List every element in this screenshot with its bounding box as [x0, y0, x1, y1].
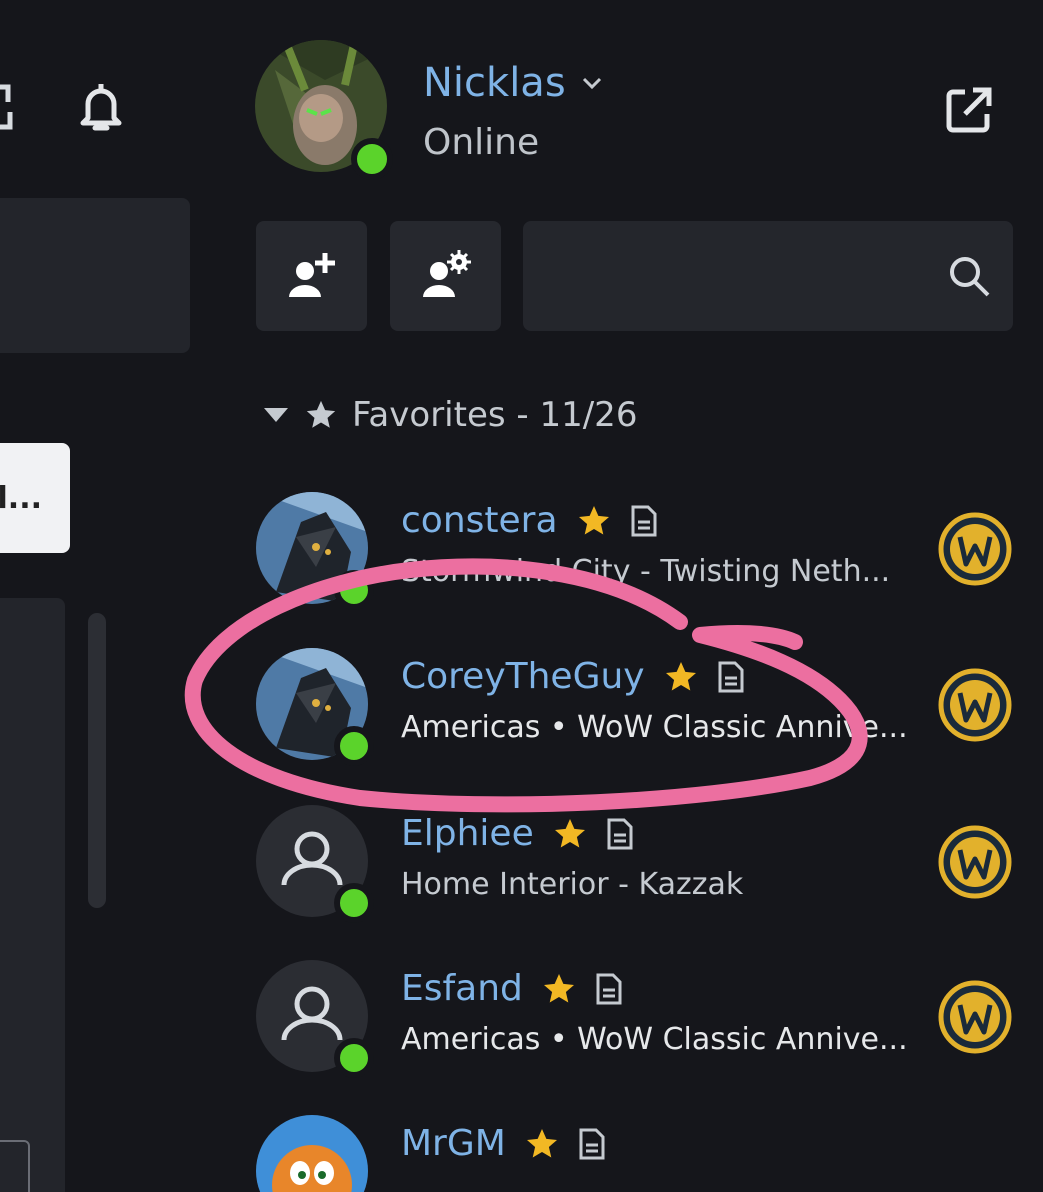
add-friend-button[interactable]: [256, 221, 367, 331]
popout-icon[interactable]: [943, 84, 995, 136]
note-icon[interactable]: [717, 660, 745, 694]
collapse-triangle-icon: [264, 408, 288, 422]
note-icon[interactable]: [630, 504, 658, 538]
group-label: Favorites - 11/26: [352, 395, 638, 435]
friend-name: Esfand: [401, 968, 523, 1009]
friend-row[interactable]: Esfand Americas • WoW Classic Annive...: [256, 960, 1036, 1090]
friend-activity: Americas • WoW Classic Annive...: [401, 710, 908, 745]
online-status-dot: [351, 138, 393, 180]
friend-name-line: Esfand: [401, 968, 623, 1009]
manage-friends-button[interactable]: [390, 221, 501, 331]
left-chip-label: l...: [0, 480, 42, 516]
bell-icon[interactable]: [72, 78, 130, 136]
wow-icon[interactable]: [938, 668, 1012, 742]
online-status-dot: [334, 1038, 374, 1078]
favorite-star-icon[interactable]: [524, 1126, 560, 1162]
friend-settings-icon: [422, 250, 471, 297]
note-icon[interactable]: [606, 817, 634, 851]
wow-icon[interactable]: [938, 512, 1012, 586]
online-status-dot: [334, 570, 374, 610]
friend-name-line: Elphiee: [401, 813, 634, 854]
favorite-star-icon[interactable]: [663, 659, 699, 695]
left-panel: l...: [0, 0, 230, 1192]
left-corner-box: [0, 1140, 30, 1192]
wow-icon[interactable]: [938, 980, 1012, 1054]
left-search-box[interactable]: [0, 198, 190, 353]
friend-name-line: constera: [401, 500, 658, 541]
profile-icon[interactable]: [0, 82, 16, 132]
note-icon[interactable]: [578, 1127, 606, 1161]
friend-search-input[interactable]: [523, 221, 1013, 331]
wow-icon[interactable]: [938, 825, 1012, 899]
friend-activity: Stormwind City - Twisting Neth...: [401, 554, 891, 589]
search-icon[interactable]: [947, 254, 991, 298]
friend-name-line: CoreyTheGuy: [401, 656, 745, 697]
friend-row[interactable]: constera Stormwind City - Twisting Neth.…: [256, 492, 1036, 622]
friends-toolbar: [256, 221, 1016, 331]
user-name-dropdown[interactable]: Nicklas: [423, 60, 602, 106]
add-friend-icon: [288, 253, 335, 297]
favorite-star-icon[interactable]: [541, 971, 577, 1007]
friend-name: Elphiee: [401, 813, 534, 854]
chevron-down-icon: [582, 77, 601, 90]
friend-row[interactable]: CoreyTheGuy Americas • WoW Classic Anniv…: [256, 648, 1036, 778]
profile-header: Nicklas Online: [255, 40, 1035, 180]
friend-name-line: MrGM: [401, 1123, 606, 1164]
favorite-star-icon[interactable]: [552, 816, 588, 852]
friend-name: CoreyTheGuy: [401, 656, 645, 697]
star-icon: [306, 400, 336, 428]
friend-activity: Home Interior - Kazzak: [401, 867, 744, 902]
friend-name: MrGM: [401, 1123, 506, 1164]
friend-row[interactable]: MrGM: [256, 1115, 1036, 1192]
left-scrollbar[interactable]: [88, 613, 106, 908]
note-icon[interactable]: [595, 972, 623, 1006]
online-status-dot: [334, 726, 374, 766]
online-status-dot: [334, 883, 374, 923]
friend-activity: Americas • WoW Classic Annive...: [401, 1022, 908, 1057]
friend-avatar: [256, 1115, 368, 1192]
favorites-group-header[interactable]: Favorites - 11/26: [262, 395, 637, 435]
user-name: Nicklas: [423, 60, 566, 106]
left-content-panel: [0, 598, 65, 1192]
left-chip-button[interactable]: l...: [0, 443, 70, 553]
friend-name: constera: [401, 500, 558, 541]
user-status: Online: [423, 122, 540, 163]
friend-row[interactable]: Elphiee Home Interior - Kazzak: [256, 805, 1036, 935]
favorite-star-icon[interactable]: [576, 503, 612, 539]
